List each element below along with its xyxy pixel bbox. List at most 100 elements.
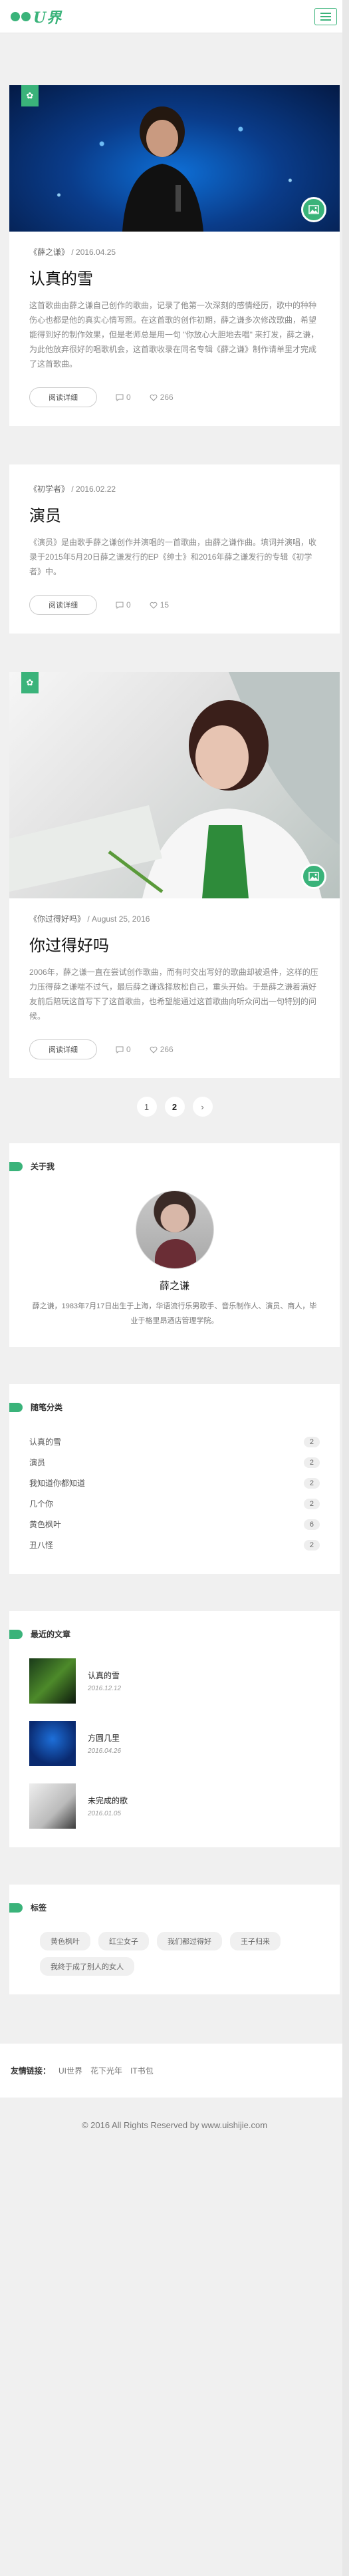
friend-links-label: 友情链接： xyxy=(11,2066,51,2076)
comment-count[interactable]: 0 xyxy=(116,1045,131,1054)
category-list: 认真的雪 2 演员 2 我知道你都知道 2 几个你 2 黄色枫叶 6 丑八怪 2 xyxy=(29,1431,320,1555)
top-bar: U界 xyxy=(0,0,349,33)
category-item[interactable]: 几个你 2 xyxy=(29,1493,320,1514)
category-label: 黄色枫叶 xyxy=(29,1520,62,1529)
recent-post[interactable]: 方圆几里 2016.04.26 xyxy=(29,1721,320,1766)
comment-icon xyxy=(116,602,124,609)
logo-mark-icon xyxy=(11,11,31,21)
next-page-button[interactable]: › xyxy=(192,1097,213,1117)
read-more-button[interactable]: 阅读详细 xyxy=(29,387,97,407)
recent-post-thumbnail[interactable] xyxy=(29,1783,76,1829)
page-link-1[interactable]: 1 xyxy=(136,1097,157,1117)
friend-link[interactable]: 花下光年 xyxy=(90,2065,122,2076)
like-count[interactable]: 15 xyxy=(150,600,169,610)
comment-icon xyxy=(116,1046,124,1053)
recent-post-date: 2016.01.05 xyxy=(88,1810,122,1817)
recent-post[interactable]: 认真的雪 2016.12.12 xyxy=(29,1658,320,1704)
tag[interactable]: 红尘女子 xyxy=(98,1932,149,1950)
post-date: / August 25, 2016 xyxy=(87,914,150,924)
post-thumbnail[interactable]: ✿ xyxy=(9,85,340,232)
star-flag-icon: ✿ xyxy=(21,85,39,106)
category-count: 2 xyxy=(303,1477,320,1489)
recent-post-thumbnail[interactable] xyxy=(29,1721,76,1766)
author-name: 薛之谦 xyxy=(159,1280,189,1292)
avatar xyxy=(135,1191,214,1269)
tags-widget: 标签 黄色枫叶 红尘女子 我们都过得好 王子归来 我终于成了别人的女人 xyxy=(9,1885,340,1994)
post-excerpt: 《演员》是由歌手薛之谦创作并演唱的一首歌曲，由薛之谦作曲。填词并演唱，收录于20… xyxy=(29,538,317,576)
category-label: 几个你 xyxy=(29,1499,54,1509)
category-item[interactable]: 我知道你都知道 2 xyxy=(29,1473,320,1493)
post-thumbnail[interactable]: ✿ xyxy=(9,672,340,898)
category-label: 我知道你都知道 xyxy=(29,1479,86,1488)
friend-link[interactable]: UI世界 xyxy=(58,2065,82,2076)
widget-title: 关于我 xyxy=(9,1161,320,1172)
logo[interactable]: U界 xyxy=(11,6,62,27)
comment-count[interactable]: 0 xyxy=(116,393,131,402)
widget-title: 最近的文章 xyxy=(9,1628,320,1640)
friend-links: 友情链接： UI世界 花下光年 IT书包 xyxy=(0,2044,349,2098)
recent-post-title[interactable]: 未完成的歌 xyxy=(88,1795,128,1806)
post-date: / 2016.02.22 xyxy=(71,484,116,494)
post-category[interactable]: 《初学者》 xyxy=(29,484,69,494)
tag[interactable]: 王子归来 xyxy=(230,1932,281,1950)
post-category[interactable]: 《薛之谦》 xyxy=(29,248,69,257)
singer-photo xyxy=(9,672,340,898)
singer-photo xyxy=(122,106,203,232)
read-more-button[interactable]: 阅读详细 xyxy=(29,595,97,615)
heart-icon xyxy=(150,394,158,401)
star-flag-icon: ✿ xyxy=(21,672,39,693)
hamburger-menu-button[interactable] xyxy=(314,7,337,25)
recent-post-title[interactable]: 方圆几里 xyxy=(88,1732,121,1744)
page-link-current[interactable]: 2 xyxy=(164,1097,185,1117)
like-count[interactable]: 266 xyxy=(150,1045,174,1054)
comment-icon xyxy=(116,394,124,401)
category-item[interactable]: 演员 2 xyxy=(29,1452,320,1473)
category-label: 演员 xyxy=(29,1458,46,1467)
heart-icon xyxy=(150,602,158,609)
read-more-button[interactable]: 阅读详细 xyxy=(29,1039,97,1059)
post-meta: 《你过得好吗》 / August 25, 2016 xyxy=(29,913,320,924)
category-count: 6 xyxy=(303,1519,320,1530)
comment-count-value: 0 xyxy=(126,600,131,610)
category-item[interactable]: 认真的雪 2 xyxy=(29,1431,320,1452)
post-meta: 《薛之谦》 / 2016.04.25 xyxy=(29,246,320,258)
post-title[interactable]: 你过得好吗 xyxy=(29,932,320,956)
category-label: 丑八怪 xyxy=(29,1541,54,1550)
widget-title: 标签 xyxy=(9,1902,320,1913)
comment-count[interactable]: 0 xyxy=(116,600,131,610)
post-date: / 2016.04.25 xyxy=(71,248,116,257)
comment-count-value: 0 xyxy=(126,393,131,402)
friend-link[interactable]: IT书包 xyxy=(130,2065,154,2076)
post-meta: 《初学者》 / 2016.02.22 xyxy=(29,483,320,494)
category-item[interactable]: 黄色枫叶 6 xyxy=(29,1514,320,1535)
tag[interactable]: 黄色枫叶 xyxy=(40,1932,90,1950)
category-item[interactable]: 丑八怪 2 xyxy=(29,1535,320,1555)
page: U界 ✿ 《薛之谦》 / 2016.04.25 认真的雪 这首歌曲由薛之谦自己创… xyxy=(0,0,349,2576)
post-title[interactable]: 认真的雪 xyxy=(29,266,320,289)
logo-text: U界 xyxy=(33,9,62,27)
post-card: 《初学者》 / 2016.02.22 演员 《演员》是由歌手薛之谦创作并演唱的一… xyxy=(9,464,340,634)
category-count: 2 xyxy=(303,1457,320,1468)
post-category[interactable]: 《你过得好吗》 xyxy=(29,914,85,924)
tag-cloud: 黄色枫叶 红尘女子 我们都过得好 王子归来 我终于成了别人的女人 xyxy=(29,1932,320,1976)
category-count: 2 xyxy=(303,1539,320,1551)
recent-post-thumbnail[interactable] xyxy=(29,1658,76,1704)
tag[interactable]: 我们都过得好 xyxy=(157,1932,222,1950)
like-count-value: 266 xyxy=(160,393,174,402)
heart-icon xyxy=(150,1046,158,1053)
scrollbar[interactable] xyxy=(342,0,349,2576)
like-count-value: 266 xyxy=(160,1045,174,1054)
post-title[interactable]: 演员 xyxy=(29,502,320,526)
widget-title: 随笔分类 xyxy=(9,1401,320,1413)
category-count: 2 xyxy=(303,1436,320,1447)
category-count: 2 xyxy=(303,1498,320,1509)
like-count[interactable]: 266 xyxy=(150,393,174,402)
recent-posts-widget: 最近的文章 认真的雪 2016.12.12 方圆几里 2016.04.26 未完成的… xyxy=(9,1611,340,1847)
recent-post[interactable]: 未完成的歌 2016.01.05 xyxy=(29,1783,320,1829)
category-label: 认真的雪 xyxy=(29,1437,62,1447)
tag[interactable]: 我终于成了别人的女人 xyxy=(40,1957,134,1976)
post-card: ✿ 《你过得好吗》 / August 25, 2016 你过得好吗 2006年，… xyxy=(9,672,340,1078)
recent-post-title[interactable]: 认真的雪 xyxy=(88,1670,121,1681)
post-excerpt: 这首歌曲由薛之谦自己创作的歌曲，记录了他第一次深刻的感情经历，歌中的种种伤心也都… xyxy=(29,301,319,369)
copyright: © 2016 All Rights Reserved by www.uishij… xyxy=(0,2098,349,2152)
